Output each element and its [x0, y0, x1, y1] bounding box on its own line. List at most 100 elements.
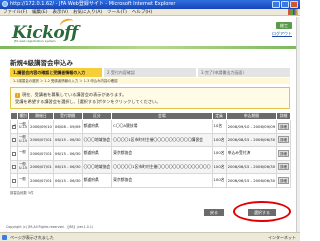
internet-zone: インターネット [268, 235, 296, 240]
table-row[interactable]: 一般 2006/07/01 06/15 - 06/30 都道府県 東京都協会 100名 20… [10, 173, 291, 188]
menu-favorites[interactable]: お気に入り(A) [73, 9, 102, 15]
menu-edit[interactable]: 編集(E) [32, 9, 47, 15]
table-cell: 都道府県 [81, 173, 113, 188]
info-line-1: 現在、受講者を募集している講習会の表示があります。 [22, 92, 127, 97]
cell-kubun: 都道府県 [83, 150, 99, 156]
table-cell [10, 119, 18, 134]
table-cell: 2006/06/15 - 2006/06/30 [225, 159, 278, 174]
help-button[interactable]: 総工 [276, 22, 292, 29]
col-select [10, 112, 18, 120]
table-cell: 一般 U-15 [16, 132, 30, 147]
cell-apply-period: 申込み受付済 [227, 150, 251, 156]
table-cell: 100名 [211, 159, 227, 174]
menu-view[interactable]: 表示(V) [52, 9, 68, 15]
table-cell: 2006/09/10 [28, 119, 54, 134]
detail-button[interactable]: 詳細 [278, 136, 289, 144]
vertical-scrollbar[interactable] [296, 17, 300, 232]
table-cell: 〇〇〇〇〇1区市町村主催〇〇〇〇〇〇〇〇〇〇〇〇〇〇 [111, 159, 213, 174]
window-titlebar: http://172.0.1.62/ - JFA Web登録サイト - Micr… [0, 0, 300, 9]
minimize-button[interactable] [272, 1, 280, 8]
row-checkbox[interactable] [12, 138, 16, 143]
cell-venue: C〇〇A競技場 [113, 123, 138, 129]
table-cell: 申込み受付済 [225, 146, 278, 161]
cell-date: 2006/07/01 [30, 164, 52, 170]
table-row[interactable]: 一般 U-15 2006/07/01 06/15 - 06/30 〇〇〇地域協会 〇〇〇〇… [10, 132, 291, 147]
row-checkbox[interactable] [12, 123, 17, 129]
cell-kubun: 都道府県 [83, 123, 99, 129]
cell-apply-period: 2006/06/15 - 2006/06/30 [227, 164, 276, 170]
cell-capacity: 10名 [213, 123, 223, 129]
menu-help[interactable]: ヘルプ(H) [132, 9, 152, 15]
cell-apply-period: 2006/09/10 - 2006/09/09 [227, 123, 276, 129]
table-cell: 100名 [211, 173, 227, 188]
menu-tools[interactable]: ツール(T) [107, 9, 127, 15]
logout-link[interactable]: ログアウト [272, 31, 292, 37]
cell-date: 2006/09/10 [30, 123, 52, 129]
detail-button[interactable]: 詳細 [278, 122, 289, 130]
table-cell: 詳細 [276, 146, 291, 161]
cell-kubun: 〇〇〇地域協会 [83, 163, 111, 169]
detail-button[interactable]: 詳細 [278, 163, 289, 171]
table-cell: 詳細 [276, 159, 291, 174]
maximize-button[interactable] [281, 1, 289, 8]
logo-subtitle: JFA web registration system [14, 39, 56, 43]
cell-venue: 〇〇〇〇〇1区市町村主催〇〇〇〇〇〇〇〇〇〇〇〇〇〇 [113, 163, 211, 169]
status-bar: ページが表示されました インターネット [0, 232, 300, 241]
table-row[interactable]: 一般 2006/07/01 06/15 - 06/30 都道府県 東京都協会 100名 申込… [10, 146, 291, 161]
col-capacity: 定員 [211, 112, 227, 120]
table-cell: C〇〇A競技場 [111, 119, 213, 134]
copyright: Copyright (c) JFA All Rights reserved. 【… [6, 225, 94, 229]
table-cell: 都道府県 [81, 146, 113, 161]
menu-file[interactable]: ファイル(F) [3, 9, 27, 15]
table-cell [10, 132, 18, 147]
table-cell: 都道府県 [81, 119, 113, 134]
cell-date: 2006/07/01 [30, 177, 52, 183]
table-row[interactable]: 一般U-152006/09/1006/08 - 09/09都道府県 C〇〇A競技場… [10, 119, 291, 134]
row-checkbox[interactable] [12, 151, 16, 156]
detail-button[interactable]: 詳細 [278, 176, 289, 184]
cell-date: 2006/07/01 [30, 150, 52, 156]
table-cell: 100名 [211, 132, 227, 147]
substeps: 1-1講習会の選択 ＞ 1-2 受講者情報の入力 ＞ 1-3 申込み内容の確認 [10, 78, 290, 84]
back-button[interactable]: 戻る [204, 209, 224, 216]
cell-period: 06/15 - 06/30 [54, 137, 81, 143]
table-row[interactable]: 一般 U-15 2006/07/01 06/15 - 06/30 〇〇〇地域協会 〇〇〇〇… [10, 159, 291, 174]
cell-date: 2006/07/01 [30, 137, 52, 143]
cell-venue: 〇〇〇〇1区市町村主催〇〇〇〇〇〇〇〇〇〇講習会 [113, 136, 203, 142]
col-category: 種別 [16, 112, 30, 120]
cell-period: 06/15 - 06/30 [54, 164, 81, 170]
detail-button[interactable]: 詳細 [278, 149, 289, 157]
table-cell: 一般 [16, 173, 30, 188]
status-text: ページが表示されました [10, 235, 54, 240]
cell-period: 06/15 - 06/30 [54, 177, 81, 183]
ie-icon [2, 1, 8, 7]
row-checkbox[interactable] [12, 178, 16, 183]
step-3: 3.完了(申請書出力画面) [198, 68, 290, 77]
info-icon: ! [15, 92, 20, 98]
table-cell: 〇〇〇地域協会 [81, 159, 113, 174]
row-checkbox[interactable] [12, 165, 16, 170]
cell-capacity: 100名 [213, 163, 225, 169]
table-cell: 東京都協会 [111, 173, 213, 188]
table-cell: 一般 [16, 146, 30, 161]
close-button[interactable] [290, 1, 298, 8]
cell-capacity: 100名 [213, 177, 225, 183]
table-cell [10, 159, 18, 174]
table-cell: 東京都協会 [111, 146, 213, 161]
cell-subcategory: U-15 [19, 138, 28, 143]
cell-category: 一般 [19, 150, 26, 155]
table-cell: 2006/07/01 [28, 146, 54, 161]
step-1: 1.講習会内容の確認と受講者情報の入力 [10, 68, 102, 77]
cell-subcategory: U-15 [19, 165, 28, 170]
col-kubun: 区分 [81, 112, 113, 120]
table-cell: 2006/06/15 - 2006/06/30 [225, 173, 278, 188]
page-icon [2, 235, 7, 240]
table-cell: 06/15 - 06/30 [52, 146, 83, 161]
col-period: 受付期間 [52, 112, 83, 120]
cell-apply-period: 2006/08/15 - 2006/06/30 [227, 137, 276, 143]
table-cell: 06/08 - 09/09 [52, 119, 83, 134]
table-cell: 詳細 [276, 119, 291, 134]
cell-capacity: 100名 [213, 150, 225, 156]
info-line-2: 受講を希望する講習会を選択し、[選択する]ボタンをクリックしてください。 [15, 99, 161, 104]
table-cell: 詳細 [276, 132, 291, 147]
